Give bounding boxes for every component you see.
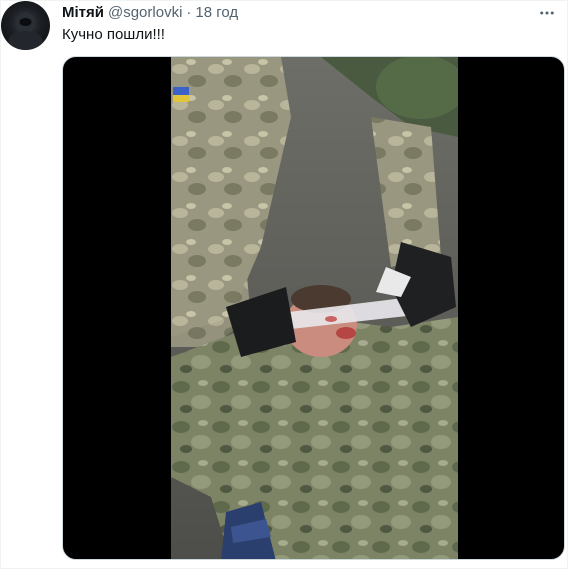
author-name[interactable]: Мітяй — [62, 3, 104, 23]
tweet-header: Мітяй @sgorlovki · 18 год — [62, 3, 238, 23]
more-horizontal-icon — [540, 11, 554, 15]
avatar-image — [8, 12, 43, 50]
more-options-button[interactable] — [533, 1, 561, 25]
avatar[interactable] — [1, 1, 50, 50]
media-container[interactable] — [62, 56, 565, 560]
video-frame[interactable] — [171, 57, 458, 559]
tweet-text: Кучно пошли!!! — [62, 26, 165, 43]
author-handle[interactable]: @sgorlovki — [108, 3, 182, 23]
separator-dot: · — [186, 4, 192, 21]
timestamp[interactable]: 18 год — [195, 3, 238, 23]
tweet-card[interactable]: Мітяй @sgorlovki · 18 год Кучно пошли!!! — [0, 0, 568, 569]
video-still-image — [171, 57, 458, 559]
